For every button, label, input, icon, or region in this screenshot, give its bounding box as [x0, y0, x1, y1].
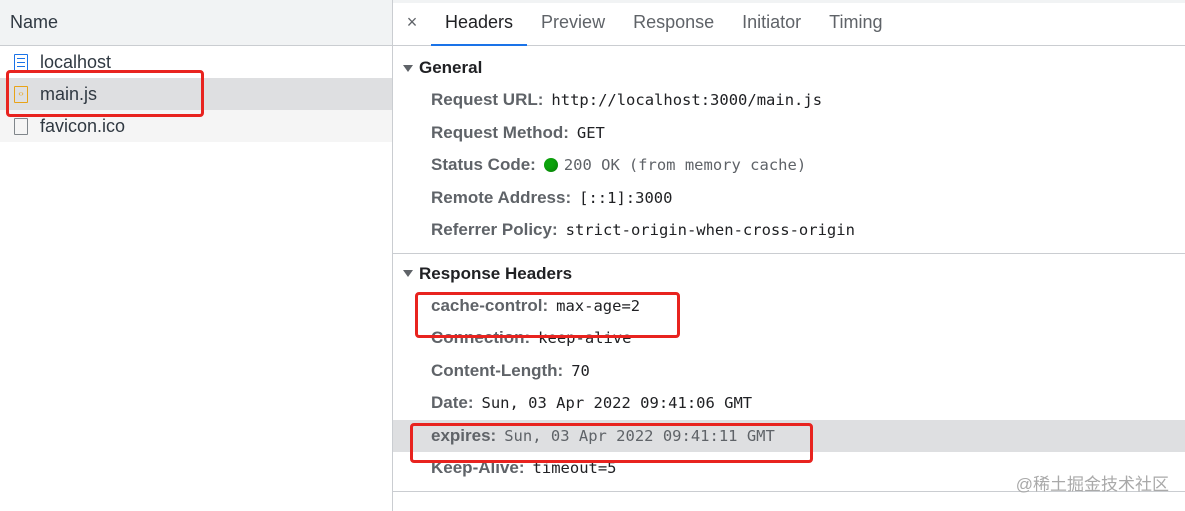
header-key: Status Code: — [431, 155, 536, 175]
tab-initiator[interactable]: Initiator — [728, 0, 815, 45]
name-column-label: Name — [10, 12, 59, 32]
cache-note: (from memory cache) — [628, 156, 807, 175]
request-row-localhost[interactable]: localhost — [0, 46, 392, 78]
response-headers-section-toggle[interactable]: Response Headers — [393, 258, 1185, 290]
blank-file-icon — [14, 117, 28, 135]
script-file-icon — [14, 85, 28, 103]
request-name: localhost — [40, 51, 112, 72]
header-row-date: Date: Sun, 03 Apr 2022 09:41:06 GMT — [393, 387, 1185, 420]
header-value: keep-alive — [538, 329, 632, 348]
header-row-request-method: Request Method: GET — [393, 117, 1185, 150]
header-value: [::1]:3000 — [579, 188, 673, 207]
header-row-request-url: Request URL: http://localhost:3000/main.… — [393, 84, 1185, 117]
header-key: Date: — [431, 393, 474, 413]
header-value: 70 — [571, 361, 590, 380]
header-value: strict-origin-when-cross-origin — [565, 221, 855, 240]
header-value: Sun, 03 Apr 2022 09:41:11 GMT — [504, 426, 775, 445]
header-key: expires: — [431, 425, 497, 445]
triangle-down-icon — [403, 64, 413, 72]
tab-response[interactable]: Response — [619, 0, 728, 45]
header-key: Request URL: — [431, 90, 544, 110]
header-value: timeout=5 — [532, 459, 617, 478]
header-row-remote-address: Remote Address: [::1]:3000 — [393, 182, 1185, 215]
request-detail-pane: × Headers Preview Response Initiator Tim… — [393, 0, 1185, 511]
header-row-referrer-policy: Referrer Policy: strict-origin-when-cros… — [393, 214, 1185, 247]
request-name: main.js — [40, 83, 98, 104]
header-row-cache-control: cache-control: max-age=2 — [393, 290, 1185, 323]
section-title: General — [419, 58, 483, 77]
header-key: Request Method: — [431, 122, 569, 142]
header-row-content-length: Content-Length: 70 — [393, 355, 1185, 388]
header-key: cache-control: — [431, 295, 549, 315]
request-name: favicon.ico — [40, 115, 126, 136]
general-section-toggle[interactable]: General — [393, 52, 1185, 84]
header-key: Remote Address: — [431, 187, 572, 207]
document-icon — [14, 53, 28, 71]
name-column-header[interactable]: Name — [0, 0, 392, 46]
watermark: @稀土掘金技术社区 — [1015, 475, 1169, 494]
header-value: Sun, 03 Apr 2022 09:41:06 GMT — [481, 394, 753, 413]
header-key: Keep-Alive: — [431, 458, 525, 478]
header-key: Referrer Policy: — [431, 220, 558, 240]
request-list-pane: Name localhost main.js favicon.ico — [0, 0, 393, 511]
status-ok-icon — [543, 158, 558, 173]
close-icon[interactable]: × — [393, 0, 431, 45]
header-key: Connection: — [431, 328, 531, 348]
section-title: Response Headers — [419, 263, 573, 283]
header-row-status-code: Status Code: 200 OK (from memory cache) — [393, 149, 1185, 182]
detail-tabbar: × Headers Preview Response Initiator Tim… — [393, 0, 1185, 46]
header-value: http://localhost:3000/main.js — [551, 91, 823, 110]
tab-headers[interactable]: Headers — [431, 0, 528, 46]
header-row-expires: expires: Sun, 03 Apr 2022 09:41:11 GMT — [393, 419, 1185, 452]
header-value: 200 OK — [563, 156, 620, 175]
tab-timing[interactable]: Timing — [815, 0, 896, 45]
triangle-down-icon — [403, 270, 413, 277]
header-row-connection: Connection: keep-alive — [393, 322, 1185, 355]
header-value: max-age=2 — [556, 296, 641, 315]
header-key: Content-Length: — [431, 360, 564, 380]
tab-preview[interactable]: Preview — [527, 0, 619, 45]
request-row-main-js[interactable]: main.js — [0, 78, 392, 110]
request-row-favicon[interactable]: favicon.ico — [0, 110, 392, 142]
header-value: GET — [576, 123, 605, 142]
